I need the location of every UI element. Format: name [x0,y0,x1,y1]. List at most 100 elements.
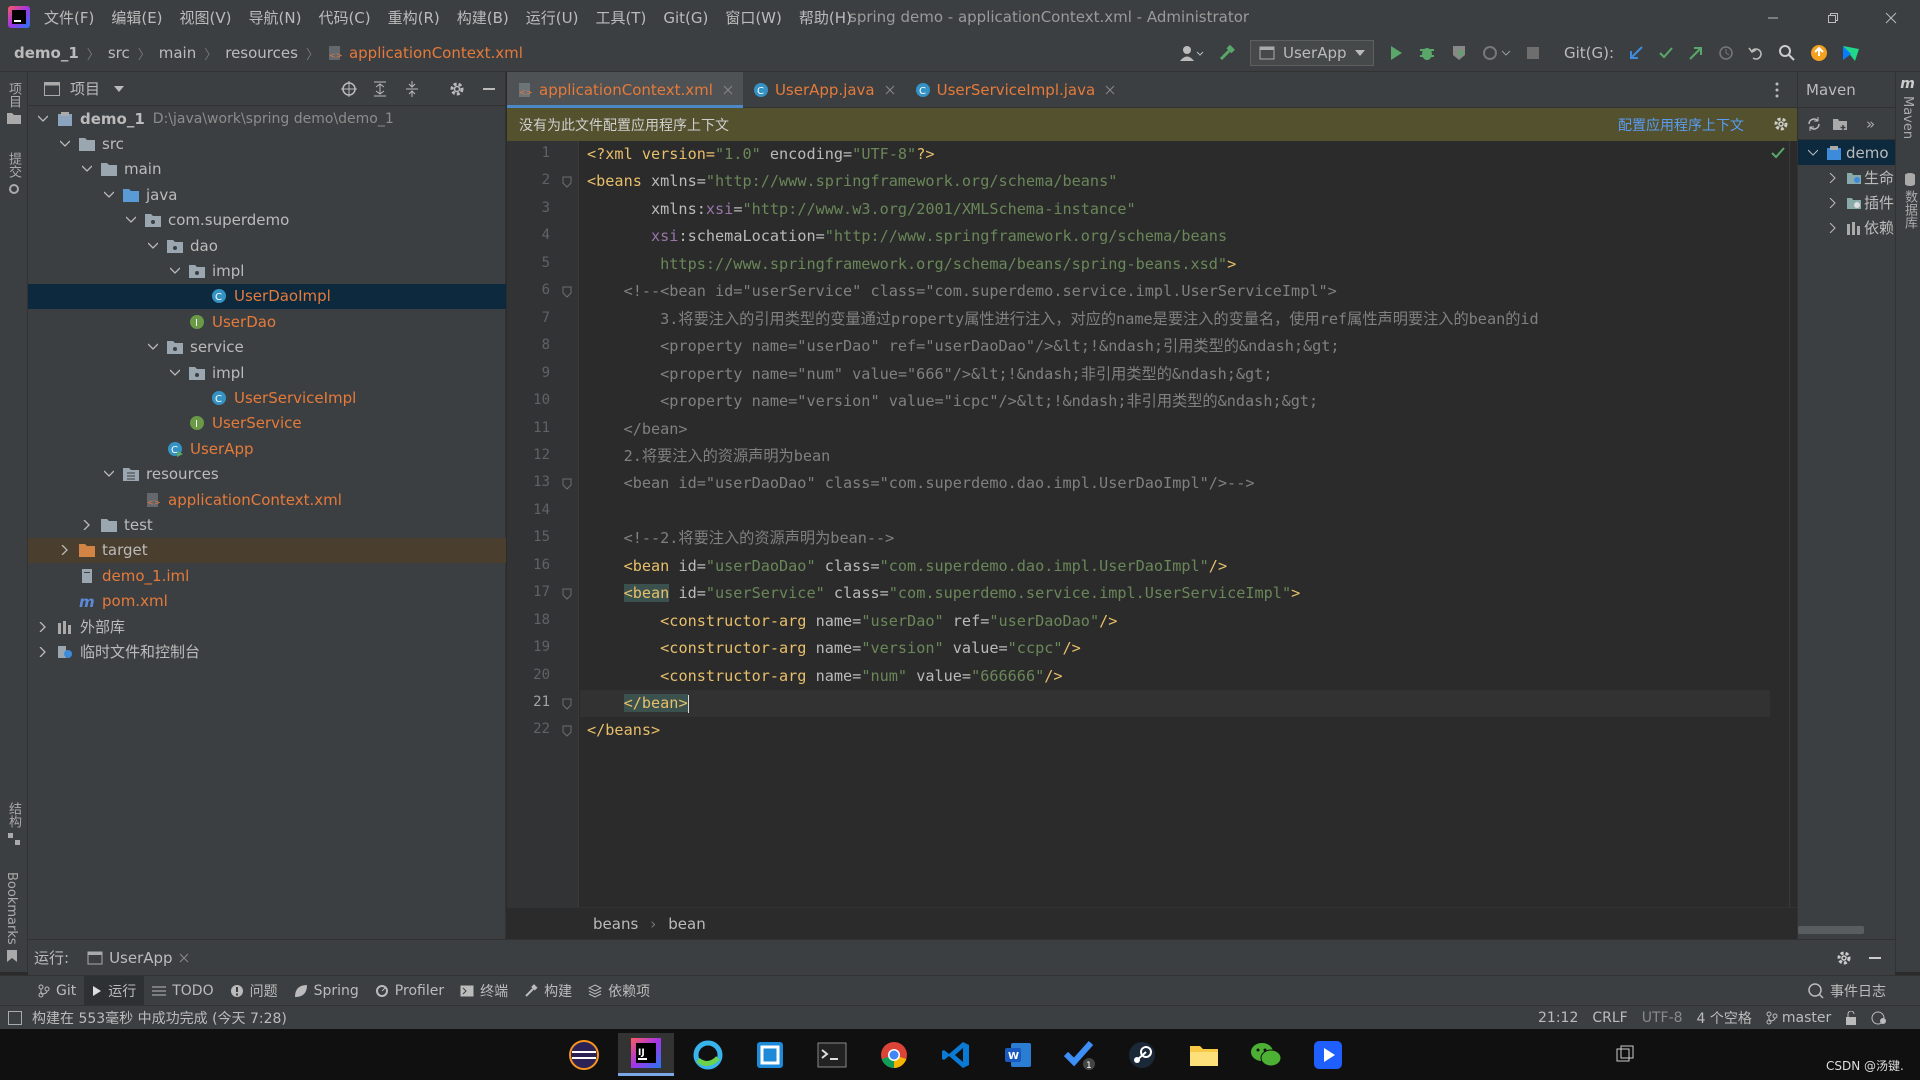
breadcrumb-bean[interactable]: bean [668,915,705,933]
fold-marker-icon[interactable] [562,176,572,189]
user-icon[interactable] [1180,45,1204,61]
line-separator[interactable]: CRLF [1592,1010,1627,1026]
menu-item-11[interactable]: 帮助(H) [799,7,852,28]
chrome-icon[interactable] [866,1033,922,1076]
menu-item-9[interactable]: Git(G) [663,9,708,27]
chevron-down-icon[interactable] [102,467,116,481]
menu-item-5[interactable]: 重构(R) [388,7,440,28]
fold-marker-icon[interactable] [562,725,572,738]
tree-node[interactable]: I UserDao [28,309,506,334]
maven-plugins[interactable]: 插件 [1798,190,1896,215]
reload-icon[interactable] [1806,116,1822,132]
maven-dependencies[interactable]: 依赖 [1798,215,1896,240]
code-editor[interactable]: <?xml version="1.0" encoding="UTF-8"?> <b… [580,141,1790,907]
tree-node[interactable]: dao [28,233,506,258]
tree-node[interactable]: I UserService [28,411,506,436]
toolwindow-spring[interactable]: Spring [286,976,367,1006]
restore-button[interactable] [1810,0,1856,35]
intellij-icon[interactable]: IJ [618,1033,674,1076]
crumb-file[interactable]: applicationContext.xml [349,44,523,62]
menu-item-3[interactable]: 导航(N) [249,7,302,28]
search-icon[interactable] [1778,44,1796,62]
toolwindow-todo[interactable]: TODO [144,976,221,1006]
terminal-icon[interactable] [804,1033,860,1076]
maven-tool-tab[interactable]: m Maven [1900,76,1915,139]
toolwindow-dependencies[interactable]: 依赖项 [580,976,658,1006]
task-view-icon[interactable] [1616,1045,1634,1063]
steam-icon[interactable] [1114,1033,1170,1076]
run-icon[interactable] [1388,45,1404,61]
chevron-down-icon[interactable] [58,137,72,151]
wechat-icon[interactable] [1238,1033,1294,1076]
fold-marker-icon[interactable] [562,698,572,710]
git-push-icon[interactable] [1688,45,1704,61]
fold-marker-icon[interactable] [562,286,572,298]
jetbrains-toolbox-icon[interactable] [1842,44,1860,62]
tree-node[interactable]: C UserDaoImpl [28,283,506,309]
tree-node[interactable]: main [28,157,506,182]
tree-node[interactable]: C UserServiceImpl [28,385,506,410]
gear-icon[interactable] [1773,116,1789,132]
status-message[interactable]: 构建在 553毫秒 中成功完成 (今天 7:28) [32,1008,287,1028]
git-update-icon[interactable] [1628,45,1644,61]
caret-position[interactable]: 21:12 [1538,1010,1578,1026]
tree-node[interactable]: service [28,335,506,360]
chevron-down-icon[interactable] [114,85,125,92]
menu-item-4[interactable]: 代码(C) [318,7,370,28]
maven-root[interactable]: demo [1846,144,1889,162]
explorer-icon[interactable] [1176,1033,1232,1076]
fold-marker-icon[interactable] [562,588,572,600]
lock-icon[interactable] [1845,1011,1857,1025]
tree-node[interactable]: src [28,131,506,156]
run-tab-userapp[interactable]: UserApp [87,949,189,967]
tree-node[interactable]: target [28,537,506,563]
chevron-right-icon[interactable] [36,620,50,634]
git-branch-widget[interactable]: master [1766,1010,1831,1026]
git-commit-check-icon[interactable] [1658,45,1674,61]
history-icon[interactable] [1718,45,1734,61]
chevron-down-icon[interactable] [146,239,160,253]
tree-node[interactable]: <> applicationContext.xml [28,487,506,512]
word-icon[interactable]: W [990,1033,1046,1076]
chevron-right-icon[interactable] [80,518,94,532]
database-tool-tab[interactable]: 数据库 [1900,172,1919,229]
project-tool-tab[interactable]: 项目 [4,82,23,124]
vscode-icon[interactable] [928,1033,984,1076]
file-encoding[interactable]: UTF-8 [1642,1010,1683,1026]
tree-node[interactable]: com.superdemo [28,208,506,233]
crumb-src[interactable]: src [108,44,130,62]
chevron-right-icon[interactable] [36,645,50,659]
gear-icon[interactable] [448,80,466,98]
chevron-down-icon[interactable] [124,213,138,227]
debug-icon[interactable] [1418,44,1436,62]
tree-node[interactable]: C UserApp [28,436,506,461]
breadcrumb-beans[interactable]: beans [593,915,638,933]
close-window-button[interactable] [1868,0,1914,35]
intellij-logo-icon[interactable] [8,6,30,28]
tree-node[interactable]: demo_1 D:\java\work\spring demo\demo_1 [28,106,506,131]
eclipse-icon[interactable] [556,1033,612,1076]
run-config-selector[interactable]: UserApp [1250,40,1374,66]
close-tab-icon[interactable] [885,85,895,95]
commit-tool-tab[interactable]: 提交 [4,152,23,196]
collapse-all-icon[interactable] [404,80,420,98]
toolwindow-terminal[interactable]: 终端 [452,976,516,1006]
menu-item-6[interactable]: 构建(B) [457,7,509,28]
menu-item-1[interactable]: 编辑(E) [111,7,162,28]
chevron-down-icon[interactable] [168,264,182,278]
bookmarks-tool-tab[interactable]: Bookmarks [4,872,19,963]
close-tab-icon[interactable] [723,85,733,95]
crumb-project[interactable]: demo_1 [14,44,79,62]
toolwindow-run[interactable]: 运行 [84,975,145,1006]
stop-icon[interactable] [1526,46,1540,60]
event-log-button[interactable]: 事件日志 [1800,976,1894,1006]
todo-icon[interactable]: 1 [1052,1033,1108,1076]
video-icon[interactable] [1300,1033,1356,1076]
add-maven-project-icon[interactable] [1832,116,1848,132]
coverage-icon[interactable] [1450,44,1468,62]
tree-node[interactable]: m pom.xml [28,589,506,614]
menu-item-0[interactable]: 文件(F) [44,7,94,28]
update-icon[interactable] [1810,44,1828,62]
close-tab-icon[interactable] [179,953,189,963]
tab-applicationcontext-xml[interactable]: <> applicationContext.xml [507,71,743,108]
